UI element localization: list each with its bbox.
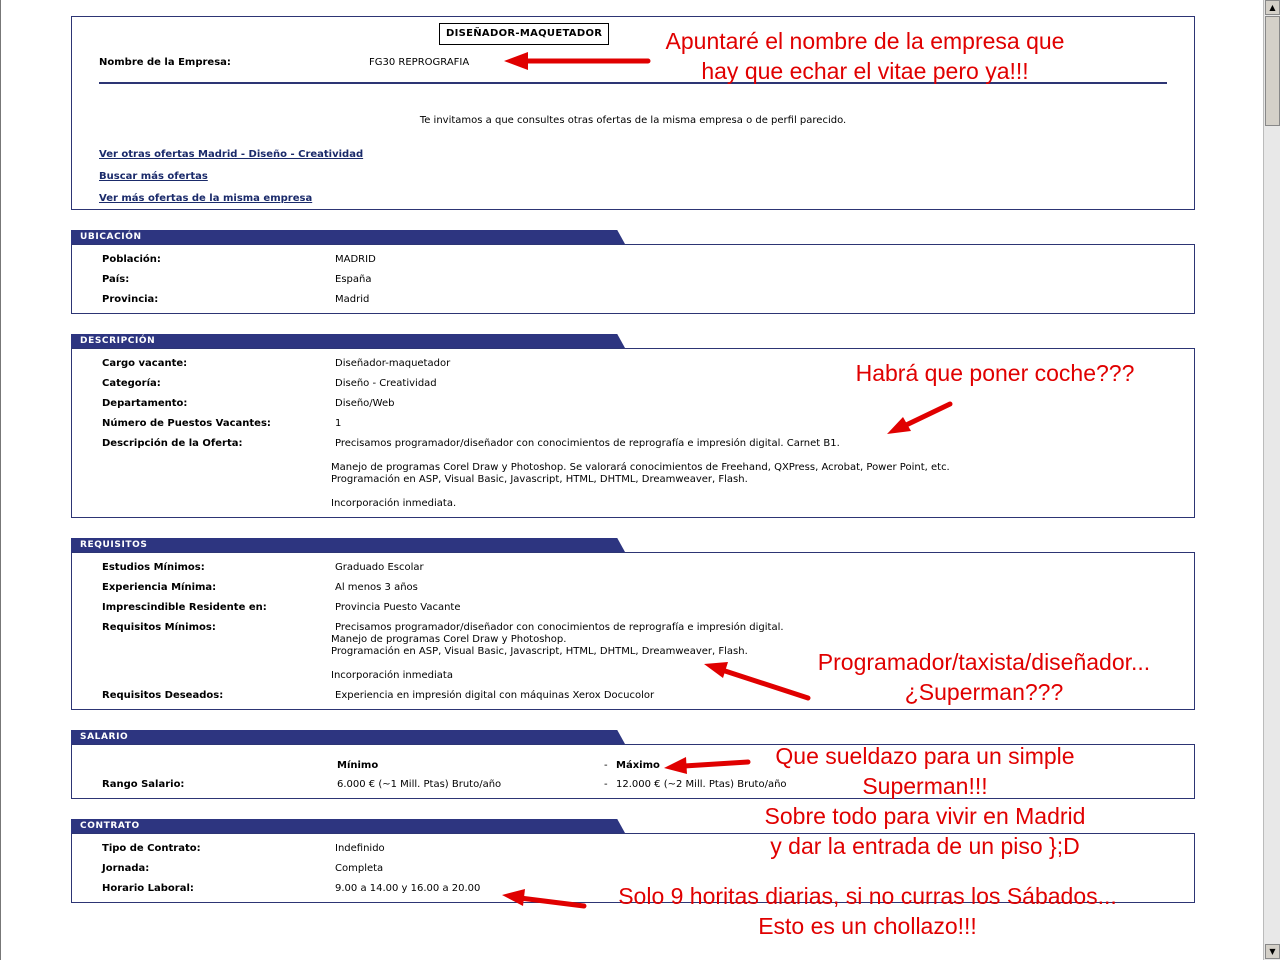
section-title-descripcion: DESCRIPCIÓN: [71, 334, 625, 348]
annotation-line: Apuntaré el nombre de la empresa que: [665, 28, 1065, 54]
row-value: España: [335, 274, 372, 285]
row-value: Experiencia en impresión digital con máq…: [335, 690, 655, 701]
row-label: Provincia:: [102, 294, 159, 305]
row-label: Horario Laboral:: [102, 883, 194, 894]
link-other-offers-madrid[interactable]: Ver otras ofertas Madrid - Diseño - Crea…: [99, 149, 363, 160]
section-title-contrato: CONTRATO: [71, 819, 625, 833]
row-value: Diseño - Creatividad: [335, 378, 437, 389]
description-line: Manejo de programas Corel Draw y Photosh…: [331, 462, 950, 473]
row-value: Precisamos programador/diseñador con con…: [335, 438, 840, 449]
annotation-company: Apuntaré el nombre de la empresa que hay…: [620, 26, 1110, 86]
page-viewport: DISEÑADOR-MAQUETADOR Nombre de la Empres…: [0, 0, 1263, 960]
salary-range-label: Rango Salario:: [102, 779, 185, 790]
annotation-line: Sobre todo para vivir en Madrid: [764, 803, 1086, 829]
arrow-down-icon: ▼: [1269, 947, 1276, 956]
annotation-line: Superman!!!: [862, 773, 988, 799]
company-value: FG30 REPROGRAFIA: [369, 57, 470, 68]
company-label: Nombre de la Empresa:: [99, 57, 231, 68]
row-value: Madrid: [335, 294, 370, 305]
ubicacion-box: Población: MADRID País: España Provincia: M…: [71, 244, 1195, 314]
description-line: Programación en ASP, Visual Basic, Javas…: [331, 474, 748, 485]
requirement-line: Incorporación inmediata: [331, 670, 453, 681]
annotation-line: Programador/taxista/diseñador...: [817, 649, 1151, 675]
row-label: Cargo vacante:: [102, 358, 188, 369]
row-label: Imprescindible Residente en:: [102, 602, 267, 613]
row-label: Requisitos Deseados:: [102, 690, 224, 701]
annotation-schedule: Solo 9 horitas diarias, si no curras los…: [585, 881, 1150, 941]
row-label: Requisitos Mínimos:: [102, 622, 216, 633]
scroll-down-button[interactable]: ▼: [1265, 944, 1280, 959]
row-label: Estudios Mínimos:: [102, 562, 205, 573]
description-line: Incorporación inmediata.: [331, 498, 457, 509]
row-value: MADRID: [335, 254, 376, 265]
scrollbar-thumb[interactable]: [1265, 16, 1280, 126]
row-value: Provincia Puesto Vacante: [335, 602, 461, 613]
section-title-ubicacion: UBICACIÓN: [71, 230, 625, 244]
salary-dash: -: [604, 779, 608, 790]
row-value: Indefinido: [335, 843, 385, 854]
scroll-up-button[interactable]: ▲: [1265, 0, 1280, 15]
link-search-offers[interactable]: Buscar más ofertas: [99, 171, 208, 182]
row-label: Número de Puestos Vacantes:: [102, 418, 271, 429]
salary-min-header: Mínimo: [337, 760, 379, 771]
requirement-line: Programación en ASP, Visual Basic, Javas…: [331, 646, 748, 657]
annotation-salary: Que sueldazo para un simple Superman!!! …: [735, 741, 1115, 861]
annotation-line: y dar la entrada de un piso };D: [770, 833, 1080, 859]
salary-max-header: Máximo: [616, 760, 660, 771]
row-value: Precisamos programador/diseñador con con…: [335, 622, 784, 633]
row-value: Diseño/Web: [335, 398, 395, 409]
row-label: Departamento:: [102, 398, 188, 409]
row-value: 9.00 a 14.00 y 16.00 a 20.00: [335, 883, 481, 894]
annotation-line: Que sueldazo para un simple: [775, 743, 1075, 769]
job-title: DISEÑADOR-MAQUETADOR: [439, 23, 610, 45]
link-same-company-offers[interactable]: Ver más ofertas de la misma empresa: [99, 193, 312, 204]
window-left-border: [0, 0, 1, 960]
annotation-car: Habrá que poner coche???: [855, 360, 1135, 386]
vertical-scrollbar[interactable]: ▲ ▼: [1263, 0, 1280, 960]
salary-min-value: 6.000 € (~1 Mill. Ptas) Bruto/año: [337, 779, 502, 790]
row-value: 1: [335, 418, 342, 429]
row-value: Completa: [335, 863, 384, 874]
row-label: Descripción de la Oferta:: [102, 438, 243, 449]
arrow-up-icon: ▲: [1269, 3, 1276, 12]
row-value: Al menos 3 años: [335, 582, 418, 593]
row-label: Categoría:: [102, 378, 161, 389]
requirement-line: Manejo de programas Corel Draw y Photosh…: [331, 634, 567, 645]
row-label: Población:: [102, 254, 161, 265]
row-value: Diseñador-maquetador: [335, 358, 451, 369]
row-label: Experiencia Mínima:: [102, 582, 217, 593]
invite-text: Te invitamos a que consultes otras ofert…: [419, 115, 847, 126]
row-label: Tipo de Contrato:: [102, 843, 201, 854]
annotation-line: hay que echar el vitae pero ya!!!: [701, 58, 1029, 84]
row-label: País:: [102, 274, 130, 285]
annotation-line: Solo 9 horitas diarias, si no curras los…: [618, 883, 1117, 909]
row-value: Graduado Escolar: [335, 562, 424, 573]
annotation-line: Esto es un chollazo!!!: [758, 913, 977, 939]
annotation-line: ¿Superman???: [904, 679, 1064, 705]
annotation-superman: Programador/taxista/diseñador... ¿Superm…: [790, 647, 1178, 707]
section-title-requisitos: REQUISITOS: [71, 538, 625, 552]
row-label: Jornada:: [102, 863, 150, 874]
salary-dash: -: [604, 760, 608, 771]
section-title-salario: SALARIO: [71, 730, 625, 744]
